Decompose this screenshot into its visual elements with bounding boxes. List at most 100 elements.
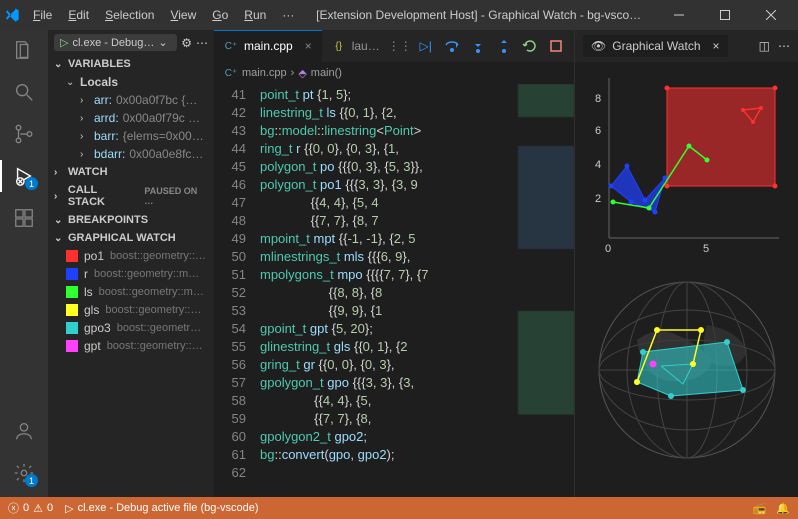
svg-text:6: 6 [595,125,601,137]
cpp-file-icon: C⁺ [224,39,238,53]
gw-panel-tab[interactable]: 👁 Graphical Watch × [583,35,728,57]
gw-watch-item[interactable]: gpt boost::geometry::… [48,337,214,355]
code-editor[interactable]: 4142434445464748495051525354555657585960… [214,84,574,497]
gw-panel-close[interactable]: × [713,39,720,53]
menu-selection[interactable]: Selection [98,4,161,26]
split-editor-icon[interactable]: ◫ [759,39,770,53]
explorer-icon[interactable] [12,38,36,62]
feedback-icon[interactable]: 📻 [753,502,767,515]
locals-scope[interactable]: ⌄Locals [48,73,214,91]
search-icon[interactable] [12,80,36,104]
graphical-watch-panel: 👁 Graphical Watch × ◫ ⋯ 8 6 4 2 [574,30,798,497]
section-callstack[interactable]: ›CALL STACKPAUSED ON … [48,181,214,211]
locals-label: Locals [80,75,118,89]
minimap[interactable] [518,84,574,497]
maximize-button[interactable] [702,0,748,30]
restart-button[interactable] [520,36,540,56]
step-into-button[interactable] [468,36,488,56]
breadcrumb-file[interactable]: main.cpp [242,67,287,79]
gw-item-type: boost::geometry::m… [99,286,204,298]
cartesian-chart: 8 6 4 2 0 5 [583,70,791,270]
gw-item-name: gpo3 [84,321,111,335]
gw-watch-item[interactable]: r boost::geometry::m… [48,265,214,283]
tab-label: lau… [352,39,380,53]
menu-edit[interactable]: Edit [61,4,96,26]
gw-item-type: boost::geometry::… [105,304,201,316]
more-actions-icon[interactable]: ⋯ [572,36,574,56]
status-errors[interactable]: ⓧ0⚠0 [8,500,53,516]
editor-tab[interactable]: C⁺main.cpp× [214,30,322,62]
gw-watch-item[interactable]: ls boost::geometry::m… [48,283,214,301]
drag-handle-icon[interactable]: ⋮⋮ [390,36,410,56]
debug-toolbar: ▷ cl.exe - Debug… ⌄ ⚙ ⋯ [48,30,214,55]
variable-item[interactable]: › bdarr: 0x00a0e8fc… [48,145,214,163]
settings-badge: 1 [25,474,38,487]
status-bar: ⓧ0⚠0 ▷cl.exe - Debug active file (bg-vsc… [0,497,798,519]
close-button[interactable] [748,0,794,30]
svg-text:0: 0 [605,243,611,255]
editor-area: C⁺main.cpp×{}lau… ⋮⋮ ▷| ⋯ C⁺ main.cpp › … [214,30,574,497]
menu-go[interactable]: Go [205,4,235,26]
stop-button[interactable] [546,36,566,56]
var-value: 0x00a0f7bc {… [116,93,197,107]
menu-run[interactable]: Run [237,4,273,26]
gw-watch-item[interactable]: gpo3 boost::geometr… [48,319,214,337]
vscode-logo-icon [4,7,20,23]
menu-file[interactable]: File [26,4,59,26]
window-title: [Extension Development Host] - Graphical… [307,8,650,22]
breadcrumb[interactable]: C⁺ main.cpp › ⬘ main() [214,62,574,84]
section-watch[interactable]: ›WATCH [48,163,214,181]
gw-item-name: ls [84,285,93,299]
source-control-icon[interactable] [12,122,36,146]
status-debug-config[interactable]: ▷cl.exe - Debug active file (bg-vscode) [65,502,258,515]
minimize-button[interactable] [656,0,702,30]
variable-item[interactable]: › arrd: 0x00a0f79c … [48,109,214,127]
bell-icon[interactable]: 🔔 [776,502,790,515]
continue-button[interactable]: ▷| [416,36,436,56]
eye-icon: 👁 [591,39,606,53]
step-over-button[interactable] [442,36,462,56]
tab-close-icon[interactable]: × [305,39,312,53]
chevron-right-icon: › [80,131,90,142]
color-swatch [66,340,78,352]
editor-tabs: C⁺main.cpp× {} lau… ⋮⋮ ▷| ⋯ [214,30,574,62]
debug-settings-icon[interactable]: ⚙ [181,36,192,50]
menu-view[interactable]: View [163,4,203,26]
section-breakpoints[interactable]: ⌄ BREAKPOINTS [48,211,214,229]
more-icon[interactable]: ⋯ [778,39,790,53]
accounts-icon[interactable] [12,419,36,443]
watch-label: WATCH [68,166,108,178]
function-icon: ⬘ [298,67,306,80]
json-file-icon: {} [332,39,346,53]
settings-gear-icon[interactable]: 1 [12,461,36,485]
gw-watch-item[interactable]: gls boost::geometry::… [48,301,214,319]
run-debug-icon[interactable]: 1 [12,164,36,188]
error-icon: ⓧ [8,500,19,516]
extensions-icon[interactable] [12,206,36,230]
gw-panel-header: 👁 Graphical Watch × ◫ ⋯ [575,30,798,62]
step-out-button[interactable] [494,36,514,56]
section-graphical-watch[interactable]: ⌄GRAPHICAL WATCH [48,229,214,247]
debug-more-icon[interactable]: ⋯ [196,36,208,50]
breadcrumb-function[interactable]: main() [311,67,342,79]
color-swatch [66,250,78,262]
gw-item-name: r [84,267,88,281]
breadcrumb-sep: › [291,67,295,79]
var-value: 0x00a0f79c … [123,111,200,125]
svg-text:5: 5 [703,243,709,255]
menu-more[interactable]: ··· [275,4,301,26]
variable-item[interactable]: › barr: {elems=0x00… [48,127,214,145]
section-variables[interactable]: ⌄VARIABLES [48,55,214,73]
main-menu: File Edit Selection View Go Run ··· [26,4,301,26]
variable-item[interactable]: › arr: 0x00a0f7bc {… [48,91,214,109]
color-swatch [66,286,78,298]
chevron-down-icon: ⌄ [54,59,64,70]
debug-config-selector[interactable]: ▷ cl.exe - Debug… ⌄ [54,34,177,51]
play-icon: ▷ [60,36,68,49]
callstack-label: CALL STACK [68,184,136,208]
editor-tab[interactable]: {} lau… [322,30,390,62]
breakpoints-label: BREAKPOINTS [68,214,148,226]
chevron-down-icon: ⌄ [54,215,64,226]
var-name: barr: [94,129,119,143]
gw-watch-item[interactable]: po1 boost::geometry::… [48,247,214,265]
